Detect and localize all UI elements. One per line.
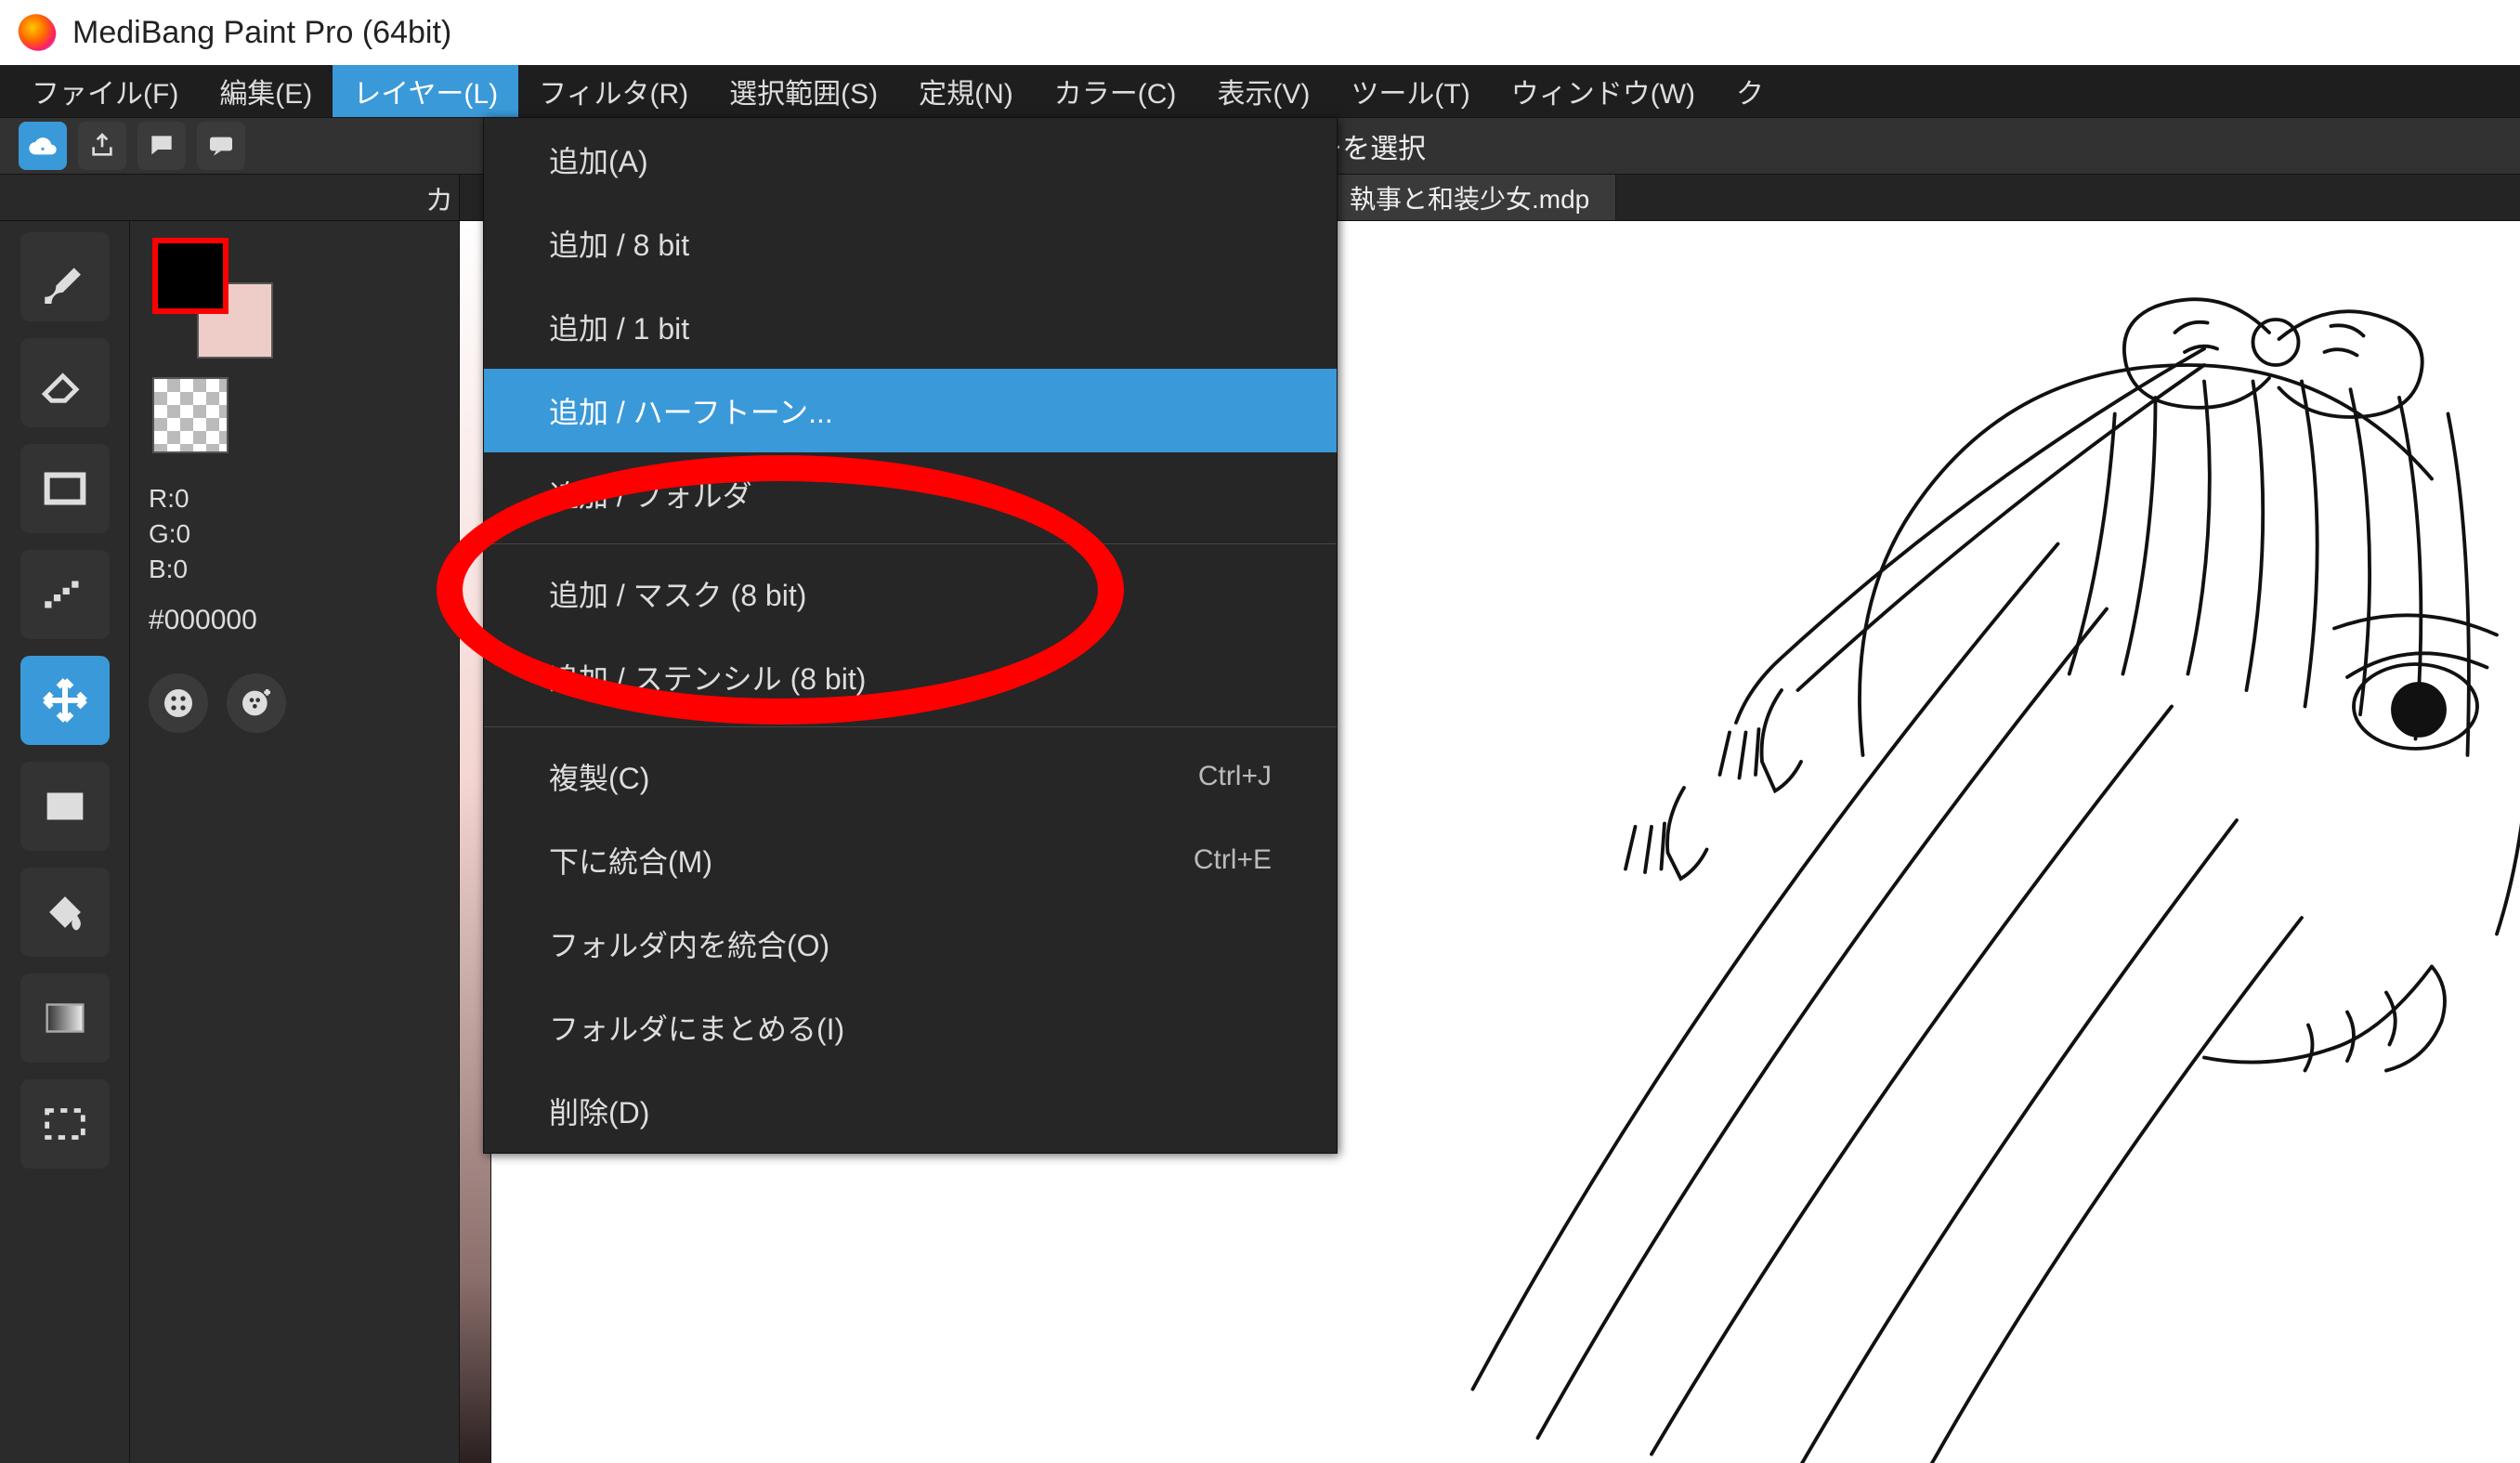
dd-add-folder[interactable]: 追加 / フォルダ (484, 452, 1337, 536)
select-tool[interactable] (20, 1079, 110, 1169)
canvas-drawing (1294, 221, 2520, 1463)
dd-add-halftone[interactable]: 追加 / ハーフトーン... (484, 369, 1337, 452)
dd-add-1bit[interactable]: 追加 / 1 bit (484, 285, 1337, 369)
palette-button[interactable] (149, 673, 208, 733)
move-tool[interactable] (20, 656, 110, 745)
titlebar: MediBang Paint Pro (64bit) (0, 0, 2520, 65)
eraser-tool[interactable] (20, 338, 110, 427)
foreground-color-swatch[interactable] (152, 238, 228, 314)
menu-color[interactable]: カラー(C) (1034, 65, 1197, 117)
dd-duplicate[interactable]: 複製(C)Ctrl+J (484, 735, 1337, 818)
menu-layer[interactable]: レイヤー(L) (333, 65, 518, 117)
dd-add[interactable]: 追加(A) (484, 118, 1337, 202)
menu-window[interactable]: ウィンドウ(W) (1491, 65, 1716, 117)
tabs-extra (1616, 175, 2520, 220)
r-value: R:0 (149, 481, 440, 516)
dd-merge-down[interactable]: 下に統合(M)Ctrl+E (484, 818, 1337, 902)
tool-column (0, 221, 130, 1463)
share-button[interactable] (78, 122, 126, 170)
bucket-tool[interactable] (20, 868, 110, 957)
color-swatches[interactable] (152, 238, 273, 359)
gradient-tool[interactable] (20, 973, 110, 1063)
speech-button[interactable] (197, 122, 245, 170)
g-value: G:0 (149, 516, 440, 552)
palette-add-button[interactable] (227, 673, 286, 733)
dd-add-8bit[interactable]: 追加 / 8 bit (484, 202, 1337, 285)
dd-separator (484, 543, 1337, 544)
hex-value: #000000 (149, 605, 440, 636)
dd-group-folder[interactable]: フォルダにまとめる(I) (484, 986, 1337, 1069)
menu-select[interactable]: 選択範囲(S) (709, 65, 898, 117)
dd-merge-folder[interactable]: フォルダ内を統合(O) (484, 902, 1337, 986)
menubar: ファイル(F) 編集(E) レイヤー(L) フィルタ(R) 選択範囲(S) 定規… (0, 65, 2520, 117)
comment-button[interactable] (137, 122, 186, 170)
menu-filter[interactable]: フィルタ(R) (518, 65, 709, 117)
dd-separator (484, 726, 1337, 727)
b-value: B:0 (149, 552, 440, 587)
menu-ruler[interactable]: 定規(N) (898, 65, 1034, 117)
app-icon (16, 11, 59, 54)
fill-rect-tool[interactable] (20, 762, 110, 851)
menu-cloud-partial[interactable]: ク (1716, 65, 1784, 117)
menu-view[interactable]: 表示(V) (1196, 65, 1330, 117)
app-title: MediBang Paint Pro (64bit) (72, 15, 451, 51)
dd-add-mask[interactable]: 追加 / マスク (8 bit) (484, 552, 1337, 635)
color-panel: R:0 G:0 B:0 #000000 (130, 221, 460, 1463)
dot-brush-tool[interactable] (20, 550, 110, 639)
layer-menu-dropdown: 追加(A) 追加 / 8 bit 追加 / 1 bit 追加 / ハーフトーン.… (483, 117, 1338, 1154)
menu-file[interactable]: ファイル(F) (11, 65, 199, 117)
cloud-sync-button[interactable] (19, 122, 67, 170)
panel-title-fragment: カ (0, 175, 460, 220)
dd-add-stencil[interactable]: 追加 / ステンシル (8 bit) (484, 635, 1337, 719)
menu-tool[interactable]: ツール(T) (1330, 65, 1490, 117)
menu-edit[interactable]: 編集(E) (199, 65, 333, 117)
brush-tool[interactable] (20, 232, 110, 321)
document-tab[interactable]: 執事と和装少女.mdp (1324, 175, 1616, 220)
rgb-readout: R:0 G:0 B:0 (149, 481, 440, 586)
dd-delete[interactable]: 削除(D) (484, 1069, 1337, 1153)
shape-rect-tool[interactable] (20, 444, 110, 533)
transparent-swatch[interactable] (152, 377, 228, 453)
